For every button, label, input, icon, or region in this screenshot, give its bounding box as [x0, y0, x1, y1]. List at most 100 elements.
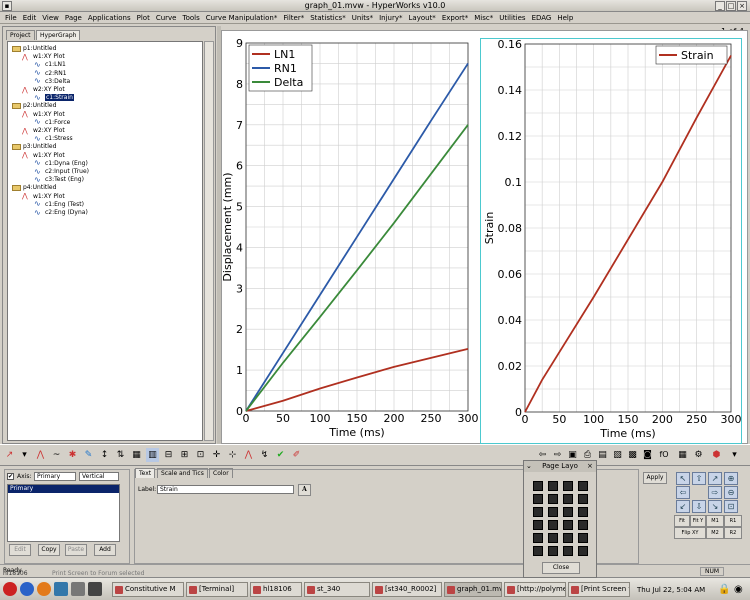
menu-view[interactable]: View: [39, 14, 62, 22]
apply-button[interactable]: Apply: [643, 472, 667, 484]
layout-option-icon[interactable]: [548, 507, 558, 517]
nav-up-icon[interactable]: ⇧: [692, 472, 706, 485]
menu-layout[interactable]: Layout*: [406, 14, 439, 22]
tree-item-page[interactable]: p1:Untitled: [12, 45, 56, 52]
task-print-screen[interactable]: [Print Screen t: [568, 582, 630, 597]
fit-y-button[interactable]: Fit Y: [690, 515, 706, 527]
tab-scale-and-tics[interactable]: Scale and Tics: [157, 468, 208, 478]
filter-icon[interactable]: ✎: [82, 448, 95, 462]
close-icon[interactable]: ×: [737, 1, 747, 11]
layout-option-icon[interactable]: [578, 481, 588, 491]
r1-button[interactable]: R1: [724, 515, 742, 527]
tree-item-curve[interactable]: ∿ c1:Eng (Test): [34, 200, 84, 208]
tree-item-window[interactable]: ⋀ w1:XY Plot: [22, 111, 65, 118]
edit-button[interactable]: Edit: [9, 544, 31, 556]
tree-item-window[interactable]: ⋀ w2:XY Plot: [22, 86, 65, 93]
plot-window-2[interactable]: 0 50 100 150 200 250 300 0 0.02 0.04 0.06 0.08 0.1 0.…: [480, 38, 742, 444]
tree-scrollbar[interactable]: [204, 41, 214, 441]
axis-list[interactable]: Primary: [7, 484, 120, 542]
trace-icon[interactable]: ↯: [258, 448, 271, 462]
add-button[interactable]: Add: [94, 544, 116, 556]
layout-option-icon[interactable]: [578, 546, 588, 556]
sync-icon[interactable]: ▧: [611, 448, 624, 462]
menu-units[interactable]: Units*: [349, 14, 376, 22]
define-curve-icon[interactable]: ~: [50, 448, 63, 462]
menu-statistics[interactable]: Statistics*: [307, 14, 349, 22]
label-input[interactable]: Strain: [157, 485, 294, 494]
layout-option-icon[interactable]: [578, 533, 588, 543]
tree-item-curve[interactable]: ∿ c2:Input (True): [34, 167, 89, 175]
firefox-icon[interactable]: [37, 582, 51, 596]
minimize-icon[interactable]: _: [715, 1, 725, 11]
layout-option-icon[interactable]: [563, 520, 573, 530]
flip-xy-button[interactable]: Flip XY: [674, 527, 706, 539]
peak-icon[interactable]: ⋀: [242, 448, 255, 462]
menu-injury[interactable]: Injury*: [376, 14, 405, 22]
tree-item-curve[interactable]: ∿ c2:Eng (Dyna): [34, 208, 88, 216]
nav-down-left-icon[interactable]: ↙: [676, 500, 690, 513]
tab-project[interactable]: Project: [6, 30, 35, 40]
nav-up-left-icon[interactable]: ↖: [676, 472, 690, 485]
layout-option-icon[interactable]: [578, 494, 588, 504]
layout-option-icon[interactable]: [563, 507, 573, 517]
zoom-out-icon[interactable]: ⊖: [724, 486, 738, 499]
capture-icon[interactable]: ◙: [641, 448, 654, 462]
nav-right-icon[interactable]: ⇨: [708, 486, 722, 499]
menu-page[interactable]: Page: [62, 14, 85, 22]
layout-option-icon[interactable]: [533, 520, 543, 530]
build-plots-icon[interactable]: ⋀: [34, 448, 47, 462]
task-terminal[interactable]: [Terminal]: [186, 582, 248, 597]
layout-option-icon[interactable]: [533, 546, 543, 556]
menu-utilities[interactable]: Utilities: [496, 14, 528, 22]
tab-text[interactable]: Text: [135, 468, 156, 478]
window-layout-icon[interactable]: ▤: [596, 448, 609, 462]
tree-item-curve[interactable]: ∿ c1:Dyna (Eng): [34, 159, 88, 167]
animate-icon[interactable]: ⬢: [710, 448, 723, 462]
layout-option-icon[interactable]: [533, 481, 543, 491]
plot-window-1[interactable]: 0 50 100 150 200 250 300 0 1 2 3 4 5 6 7 8 9 Time (ms) Dis…: [222, 38, 480, 444]
axis-list-item[interactable]: Primary: [8, 485, 119, 493]
task-hl18106[interactable]: hl18106: [250, 582, 302, 597]
task-st340-r0002[interactable]: [st340_R0002]: [372, 582, 442, 597]
page-layout-close-icon[interactable]: ×: [587, 462, 593, 470]
tree-item-curve[interactable]: ∿ c1:Stress: [34, 134, 73, 142]
zoom-box-icon[interactable]: ⊡: [724, 500, 738, 513]
datum-icon[interactable]: ⊡: [194, 448, 207, 462]
font-icon[interactable]: A: [298, 484, 311, 496]
task-constitutive[interactable]: Constitutive M: [112, 582, 184, 597]
layout-option-icon[interactable]: [563, 546, 573, 556]
menu-file[interactable]: File: [2, 14, 20, 22]
image-icon[interactable]: ▦: [676, 448, 689, 462]
tree-item-curve[interactable]: ∿ c1:Strain: [34, 93, 74, 102]
tree-item-window[interactable]: ⋀ w2:XY Plot: [22, 127, 65, 134]
function-icon[interactable]: fO: [656, 448, 672, 462]
browser-icon[interactable]: [20, 582, 34, 596]
math-icon[interactable]: ✱: [66, 448, 79, 462]
more-dropdown-icon[interactable]: ▾: [728, 448, 741, 462]
nav-up-right-icon[interactable]: ↗: [708, 472, 722, 485]
r2-button[interactable]: R2: [724, 527, 742, 539]
axis-checkbox[interactable]: ✔: [7, 473, 14, 480]
layout-option-icon[interactable]: [578, 520, 588, 530]
dropdown-icon[interactable]: ▾: [18, 448, 31, 462]
axes-active-icon[interactable]: ▥: [146, 448, 159, 462]
menu-help[interactable]: Help: [554, 14, 576, 22]
crosshair-icon[interactable]: ✛: [210, 448, 223, 462]
scale-icon[interactable]: ⇅: [114, 448, 127, 462]
start-menu-icon[interactable]: [3, 582, 17, 596]
menu-curve[interactable]: Curve: [153, 14, 180, 22]
paste-button[interactable]: Paste: [65, 544, 87, 556]
settings-icon[interactable]: ⚙: [692, 448, 705, 462]
layout-option-icon[interactable]: [548, 494, 558, 504]
pencil-icon[interactable]: ✐: [290, 448, 303, 462]
m1-button[interactable]: M1: [706, 515, 724, 527]
m2-button[interactable]: M2: [706, 527, 724, 539]
tree-item-curve[interactable]: ∿ c3:Delta: [34, 77, 70, 85]
tree-item-curve[interactable]: ∿ c3:Test (Eng): [34, 175, 84, 183]
axis-icon[interactable]: ↕: [98, 448, 111, 462]
page-layout-close-button[interactable]: Close: [542, 562, 580, 574]
layout-option-icon[interactable]: [533, 507, 543, 517]
note-icon[interactable]: ⊞: [178, 448, 191, 462]
menu-applications[interactable]: Applications: [85, 14, 134, 22]
menu-plot[interactable]: Plot: [134, 14, 153, 22]
